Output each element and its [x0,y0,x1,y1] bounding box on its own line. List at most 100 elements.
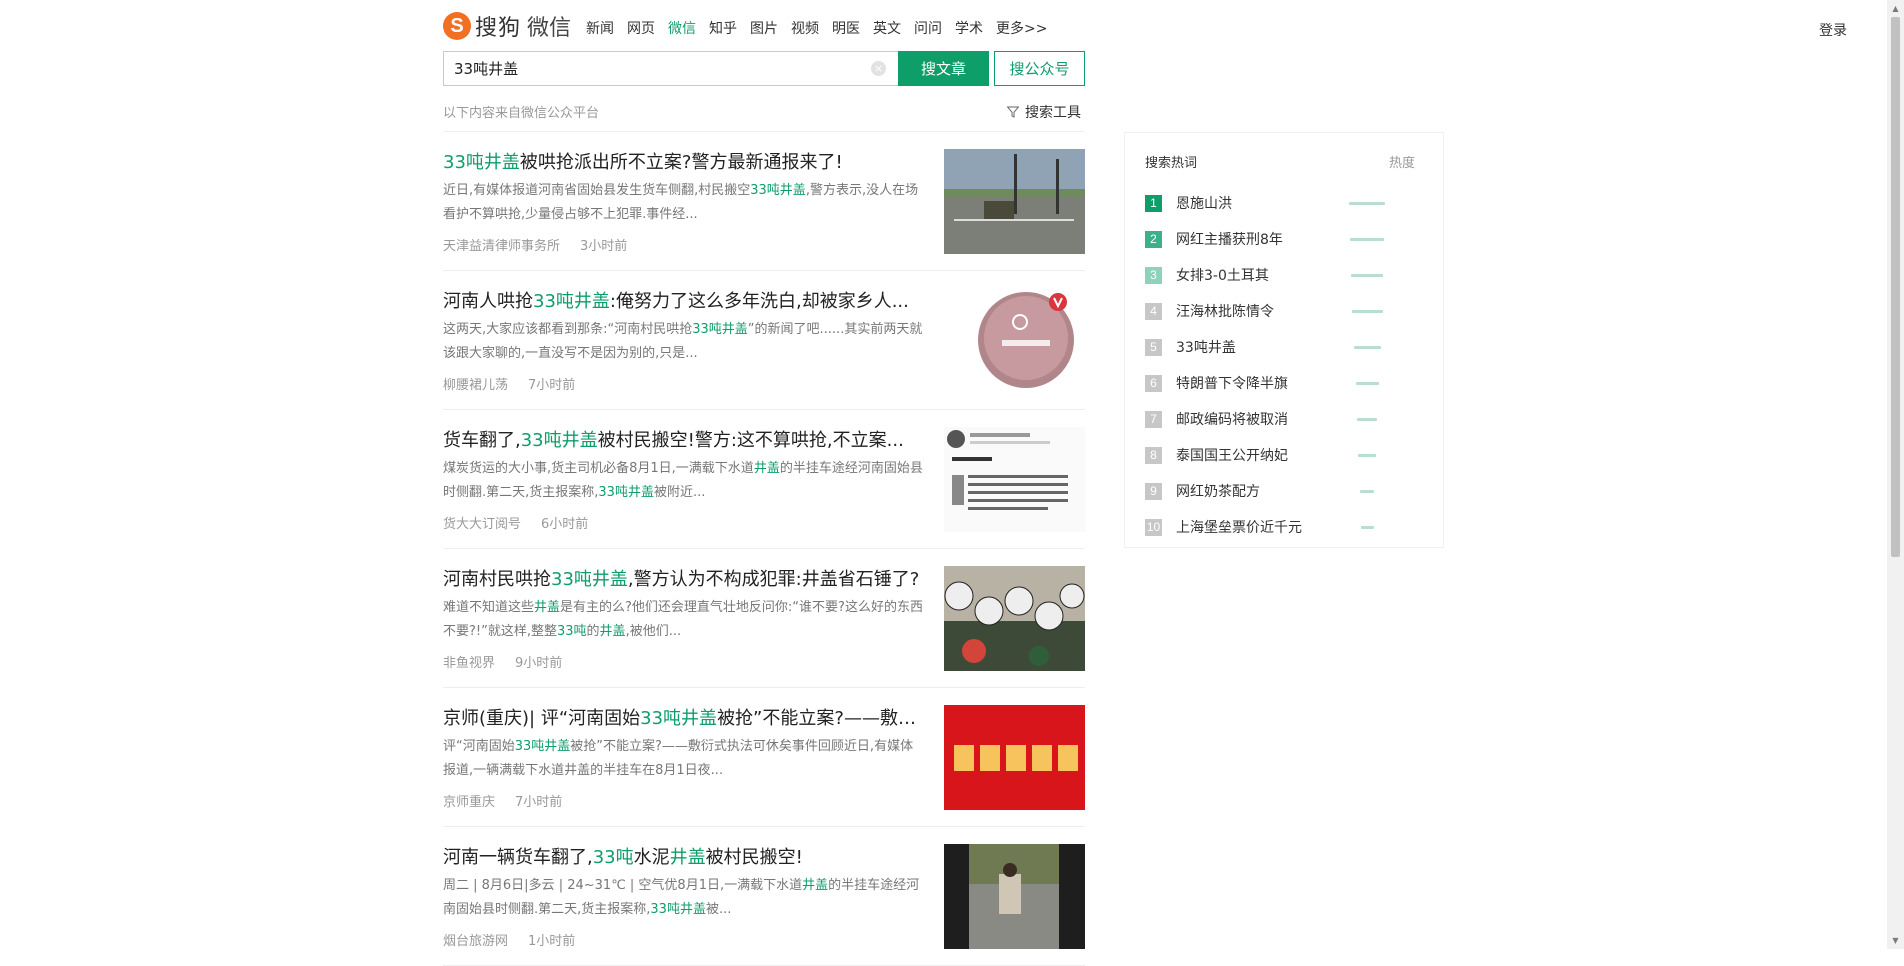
result-time: 1小时前 [528,934,576,949]
hot-search-item[interactable]: 3 女排3-0土耳其 [1145,257,1425,293]
result-meta: 货大大订阅号 6小时前 [443,513,588,532]
title-text: 河南村民哄抢 [443,569,551,590]
summary-text: 周二 | 8月6日|多云 | 24~31℃ | 空气优8月1日,一满载下水道 [443,878,803,893]
nav-item[interactable]: 知乎 [709,18,737,38]
logo-subtitle: 微信 [527,16,572,41]
result-item: 33吨井盖被哄抢派出所不立案?警方最新通报来了! 近日,有媒体报道河南省固始县发生… [443,132,1085,271]
hot-search-item[interactable]: 4 汪海林批陈情令 [1145,293,1425,329]
nav-item[interactable]: 学术 [955,18,983,38]
result-item: 河南村民哄抢33吨井盖,警方认为不构成犯罪:井盖省石锤了? 难道不知道这些井盖是有… [443,549,1085,688]
scrollbar-thumb[interactable] [1891,17,1900,557]
highlight-text: 33吨井盖 [750,183,806,198]
hot-search-item[interactable]: 2 网红主播获刑8年 [1145,221,1425,257]
hot-search-item[interactable]: 5 33吨井盖 [1145,329,1425,365]
hot-search-list: 1 恩施山洪 2 网红主播获刑8年 3 女排3-0土耳其 4 汪海林批陈情令 5 33吨井盖 6 特朗… [1145,185,1425,545]
rank-badge: 9 [1145,482,1162,500]
search-tools-button[interactable]: 搜索工具 [1007,102,1081,122]
hot-search-term: 网红奶茶配方 [1176,484,1260,500]
result-source-account[interactable]: 天津益清律师事务所 [443,239,560,254]
result-source-account[interactable]: 烟台旅游网 [443,934,508,949]
nav-item[interactable]: 问问 [914,18,942,38]
highlight-text: 33吨井盖 [640,708,718,729]
nav-item[interactable]: 图片 [750,18,778,38]
result-title[interactable]: 33吨井盖被哄抢派出所不立案?警方最新通报来了! [443,148,923,174]
hot-search-term: 女排3-0土耳其 [1176,268,1269,284]
heat-column-label: 热度 [1388,156,1415,171]
hot-search-item[interactable]: 10 上海堡垒票价近千元 [1145,509,1425,545]
result-summary: 近日,有媒体报道河南省固始县发生货车侧翻,村民搬空33吨井盖,警方表示,没人在场… [443,179,923,227]
result-title[interactable]: 京师(重庆)| 评“河南固始33吨井盖被抢”不能立案?——敷衍式执法可休矣 [443,704,923,730]
rank-badge: 10 [1145,518,1162,536]
search-articles-button[interactable]: 搜文章 [898,51,989,86]
result-item: 河南人哄抢33吨井盖:俺努力了这么多年洗白,却被家乡人... 这两天,大家应该都看… [443,271,1085,410]
result-source-account[interactable]: 京师重庆 [443,795,495,810]
rank-badge: 5 [1145,338,1162,356]
heat-bar [1360,526,1374,529]
result-title[interactable]: 货车翻了,33吨井盖被村民搬空!警方:这不算哄抢,不立案... [443,426,923,452]
result-meta: 京师重庆 7小时前 [443,791,562,810]
scroll-down-arrow-icon[interactable]: ▼ [1887,932,1904,949]
result-title[interactable]: 河南人哄抢33吨井盖:俺努力了这么多年洗白,却被家乡人... [443,287,923,313]
highlight-text: 33吨井盖 [520,430,598,451]
result-thumbnail[interactable] [944,844,1085,949]
nav-item[interactable]: 更多>> [996,18,1047,38]
source-note: 以下内容来自微信公众平台 [443,106,600,121]
title-text: 水泥 [633,847,670,868]
highlight-text: 井盖 [669,847,706,868]
logo-text: 搜狗 [475,16,522,41]
result-thumbnail[interactable] [944,705,1085,810]
result-time: 9小时前 [515,656,563,671]
search-accounts-button[interactable]: 搜公众号 [994,51,1085,86]
result-meta: 天津益清律师事务所 3小时前 [443,235,627,254]
result-thumbnail[interactable] [944,288,1085,393]
search-input[interactable] [444,52,864,85]
rank-badge: 6 [1145,374,1162,392]
summary-text: 被... [705,902,732,917]
nav-item[interactable]: 网页 [627,18,655,38]
nav-item[interactable]: 英文 [873,18,901,38]
login-link[interactable]: 登录 [1819,20,1847,40]
nav-item[interactable]: 新闻 [586,18,614,38]
result-summary: 周二 | 8月6日|多云 | 24~31℃ | 空气优8月1日,一满载下水道井盖… [443,874,923,922]
heat-bar [1357,418,1377,421]
rank-badge: 2 [1145,230,1162,248]
results-list: 33吨井盖被哄抢派出所不立案?警方最新通报来了! 近日,有媒体报道河南省固始县发生… [443,132,1085,966]
title-text: ,警方认为不构成犯罪:井盖省石锤了? [627,569,920,590]
summary-text: 的 [586,624,600,639]
result-thumbnail[interactable] [944,149,1085,254]
result-source-account[interactable]: 非鱼视界 [443,656,495,671]
nav-item[interactable]: 明医 [832,18,860,38]
hot-search-item[interactable]: 1 恩施山洪 [1145,185,1425,221]
hot-search-item[interactable]: 6 特朗普下令降半旗 [1145,365,1425,401]
clear-icon[interactable]: × [871,61,886,76]
nav-item[interactable]: 视频 [791,18,819,38]
result-title[interactable]: 河南一辆货车翻了,33吨水泥井盖被村民搬空! [443,843,923,869]
heat-bar [1355,382,1379,385]
filter-icon [1007,106,1019,118]
highlight-text: 33吨井盖 [443,152,520,173]
hot-search-item[interactable]: 7 邮政编码将被取消 [1145,401,1425,437]
summary-text: 被附近... [653,485,706,500]
result-summary: 难道不知道这些井盖是有主的么?他们还会理直气壮地反问你:“谁不要?这么好的东西不… [443,596,923,644]
hot-search-item[interactable]: 9 网红奶茶配方 [1145,473,1425,509]
scroll-up-arrow-icon[interactable]: ▲ [1887,0,1904,17]
sogou-logo[interactable]: S 搜狗 微信 [443,10,571,42]
highlight-text: 33吨井盖 [533,291,610,312]
result-source-account[interactable]: 货大大订阅号 [443,517,521,532]
title-text: 被村民搬空! [705,847,803,868]
result-time: 6小时前 [541,517,589,532]
hot-search-item[interactable]: 8 泰国国王公开纳妃 [1145,437,1425,473]
title-text: :俺努力了这么多年洗白,却被家乡人... [609,291,909,312]
result-time: 7小时前 [515,795,563,810]
rank-badge: 7 [1145,410,1162,428]
scrollbar[interactable]: ▲ ▼ [1887,0,1904,949]
result-title[interactable]: 河南村民哄抢33吨井盖,警方认为不构成犯罪:井盖省石锤了? [443,565,923,591]
result-thumbnail[interactable] [944,566,1085,671]
result-meta: 烟台旅游网 1小时前 [443,930,575,949]
hot-search-panel: 搜索热词 热度 1 恩施山洪 2 网红主播获刑8年 3 女排3-0土耳其 4 汪海林批陈情令 5… [1124,132,1444,548]
summary-text: 近日,有媒体报道河南省固始县发生货车侧翻,村民搬空 [443,183,751,198]
hot-search-term: 汪海林批陈情令 [1176,304,1274,320]
result-thumbnail[interactable] [944,427,1085,532]
nav-item[interactable]: 微信 [668,18,696,38]
result-source-account[interactable]: 柳腰裙儿荡 [443,378,508,393]
